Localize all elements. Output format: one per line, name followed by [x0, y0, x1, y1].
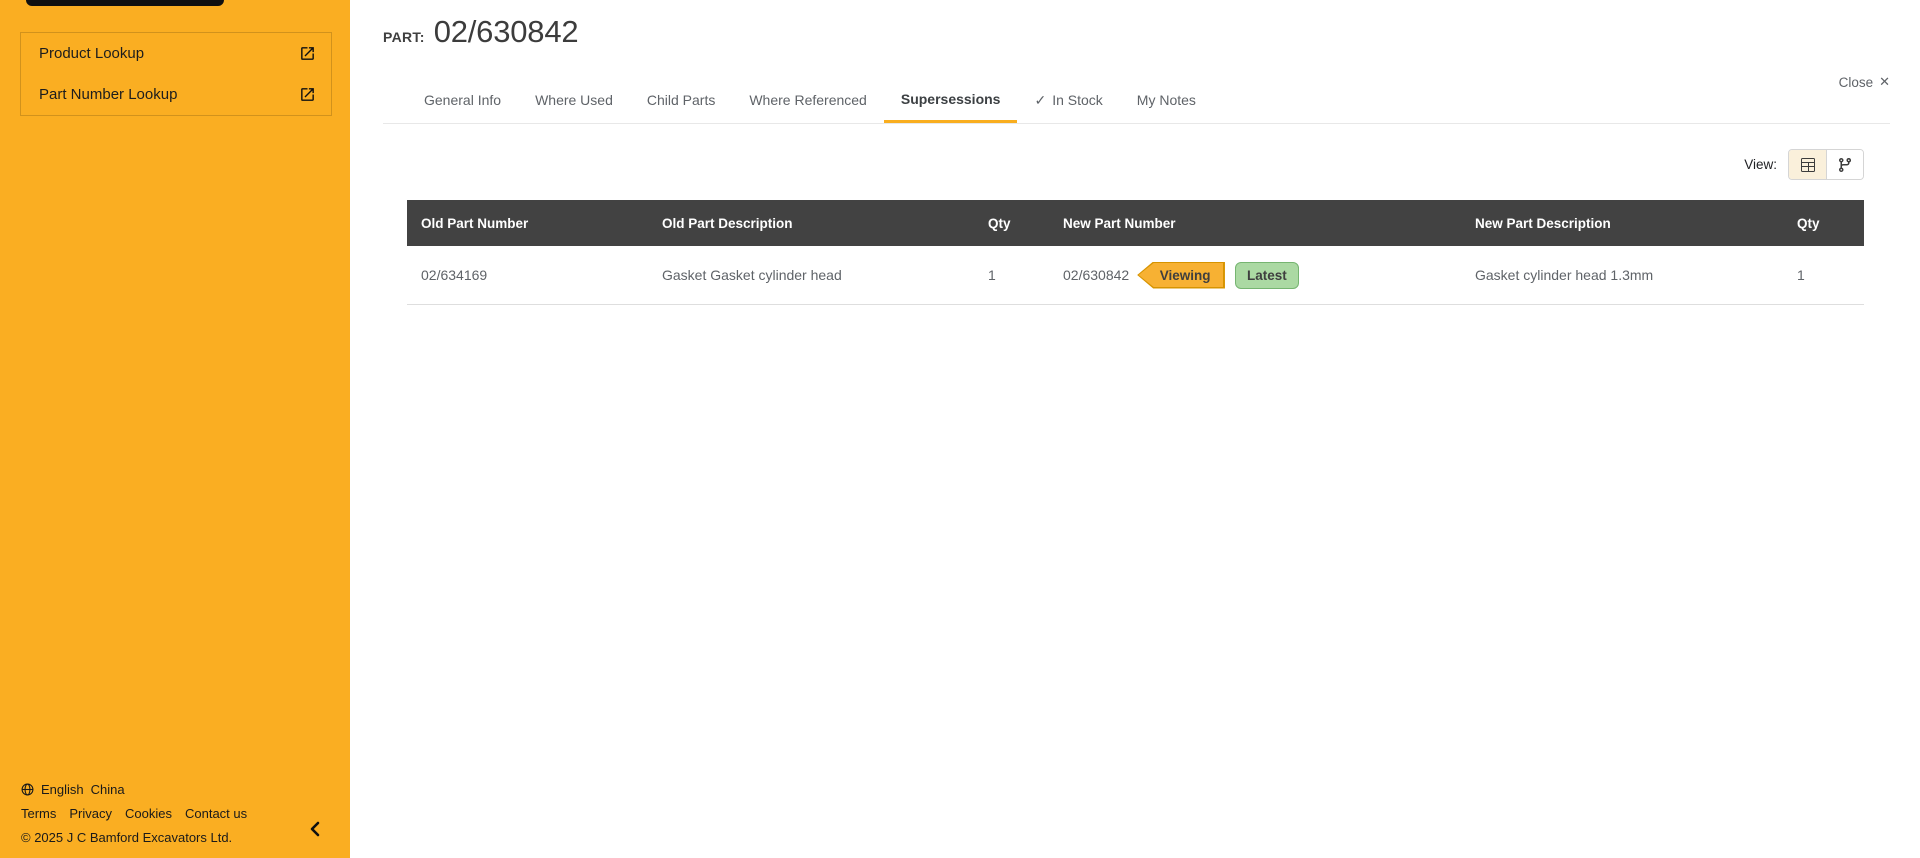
col-new-qty: Qty — [1797, 215, 1820, 231]
open-in-new-icon — [301, 88, 314, 101]
lookup-menu: Product Lookup Part Number Lookup — [20, 32, 332, 116]
sidebar-collapse-button[interactable] — [304, 818, 326, 840]
new-part-description-cell: Gasket cylinder head 1.3mm — [1475, 267, 1654, 283]
old-qty-cell: 1 — [988, 267, 996, 283]
privacy-link[interactable]: Privacy — [69, 806, 112, 821]
legal-links: Terms Privacy Cookies Contact us — [21, 806, 247, 821]
tab-supersessions[interactable]: Supersessions — [883, 77, 1018, 123]
globe-icon — [21, 783, 34, 796]
tab-where-used[interactable]: Where Used — [518, 77, 630, 123]
view-button-group — [1788, 149, 1864, 180]
sidebar-item-part-number-lookup[interactable]: Part Number Lookup — [21, 74, 331, 115]
part-label: PART: — [383, 29, 425, 45]
col-old-part-number: Old Part Number — [421, 215, 529, 231]
part-tabs: General Info Where Used Child Parts Wher… — [383, 77, 1890, 124]
branch-icon — [1838, 157, 1851, 172]
part-header: PART: 02/630842 — [383, 14, 579, 50]
locale-row: English China — [21, 782, 247, 797]
main-content: PART: 02/630842 Close ✕ General Info Whe… — [350, 0, 1920, 858]
chevron-left-icon — [310, 821, 320, 837]
sidebar-footer: English China Terms Privacy Cookies Cont… — [21, 782, 247, 845]
col-new-part-description: New Part Description — [1475, 215, 1611, 231]
open-in-new-icon — [301, 47, 314, 60]
new-part-number-value: 02/630842 — [1063, 267, 1130, 283]
col-old-part-description: Old Part Description — [662, 215, 793, 231]
old-part-description-cell: Gasket Gasket cylinder head — [662, 267, 842, 283]
table-icon — [1800, 157, 1815, 172]
tab-general-info[interactable]: General Info — [407, 77, 518, 123]
language-link[interactable]: English — [41, 782, 84, 797]
latest-badge: Latest — [1234, 261, 1299, 289]
viewing-badge: Viewing — [1137, 261, 1225, 289]
col-old-qty: Qty — [988, 215, 1011, 231]
old-part-number-cell: 02/634169 — [421, 267, 488, 283]
cookies-link[interactable]: Cookies — [125, 806, 172, 821]
table-header-row: Old Part Number Old Part Description Qty… — [407, 200, 1864, 246]
supersessions-table: Old Part Number Old Part Description Qty… — [407, 200, 1864, 305]
tab-in-stock[interactable]: ✓ In Stock — [1017, 77, 1119, 123]
check-icon: ✓ — [1034, 91, 1047, 108]
new-part-number-cell: 02/630842 Viewing Latest — [1049, 246, 1461, 304]
terms-link[interactable]: Terms — [21, 806, 56, 821]
new-qty-cell: 1 — [1797, 267, 1805, 283]
sidebar-item-product-lookup[interactable]: Product Lookup — [21, 33, 331, 74]
tab-where-referenced[interactable]: Where Referenced — [732, 77, 884, 123]
contact-us-link[interactable]: Contact us — [185, 806, 247, 821]
logo-button-cutoff[interactable] — [26, 0, 224, 6]
tab-my-notes[interactable]: My Notes — [1120, 77, 1213, 123]
table-view-button[interactable] — [1789, 150, 1826, 179]
sidebar: Product Lookup Part Number Lookup Englis… — [0, 0, 350, 858]
page-title: 02/630842 — [433, 14, 579, 49]
tree-view-button[interactable] — [1826, 150, 1863, 179]
view-toggle: View: — [1744, 149, 1864, 180]
tab-child-parts[interactable]: Child Parts — [630, 77, 732, 123]
region-link[interactable]: China — [91, 782, 125, 797]
product-lookup-label: Product Lookup — [39, 45, 145, 62]
table-row[interactable]: 02/634169 Gasket Gasket cylinder head 1 … — [407, 246, 1864, 305]
col-new-part-number: New Part Number — [1063, 215, 1176, 231]
copyright-text: © 2025 J C Bamford Excavators Ltd. — [21, 830, 233, 845]
part-number-lookup-label: Part Number Lookup — [39, 86, 178, 103]
view-label: View: — [1744, 157, 1777, 172]
